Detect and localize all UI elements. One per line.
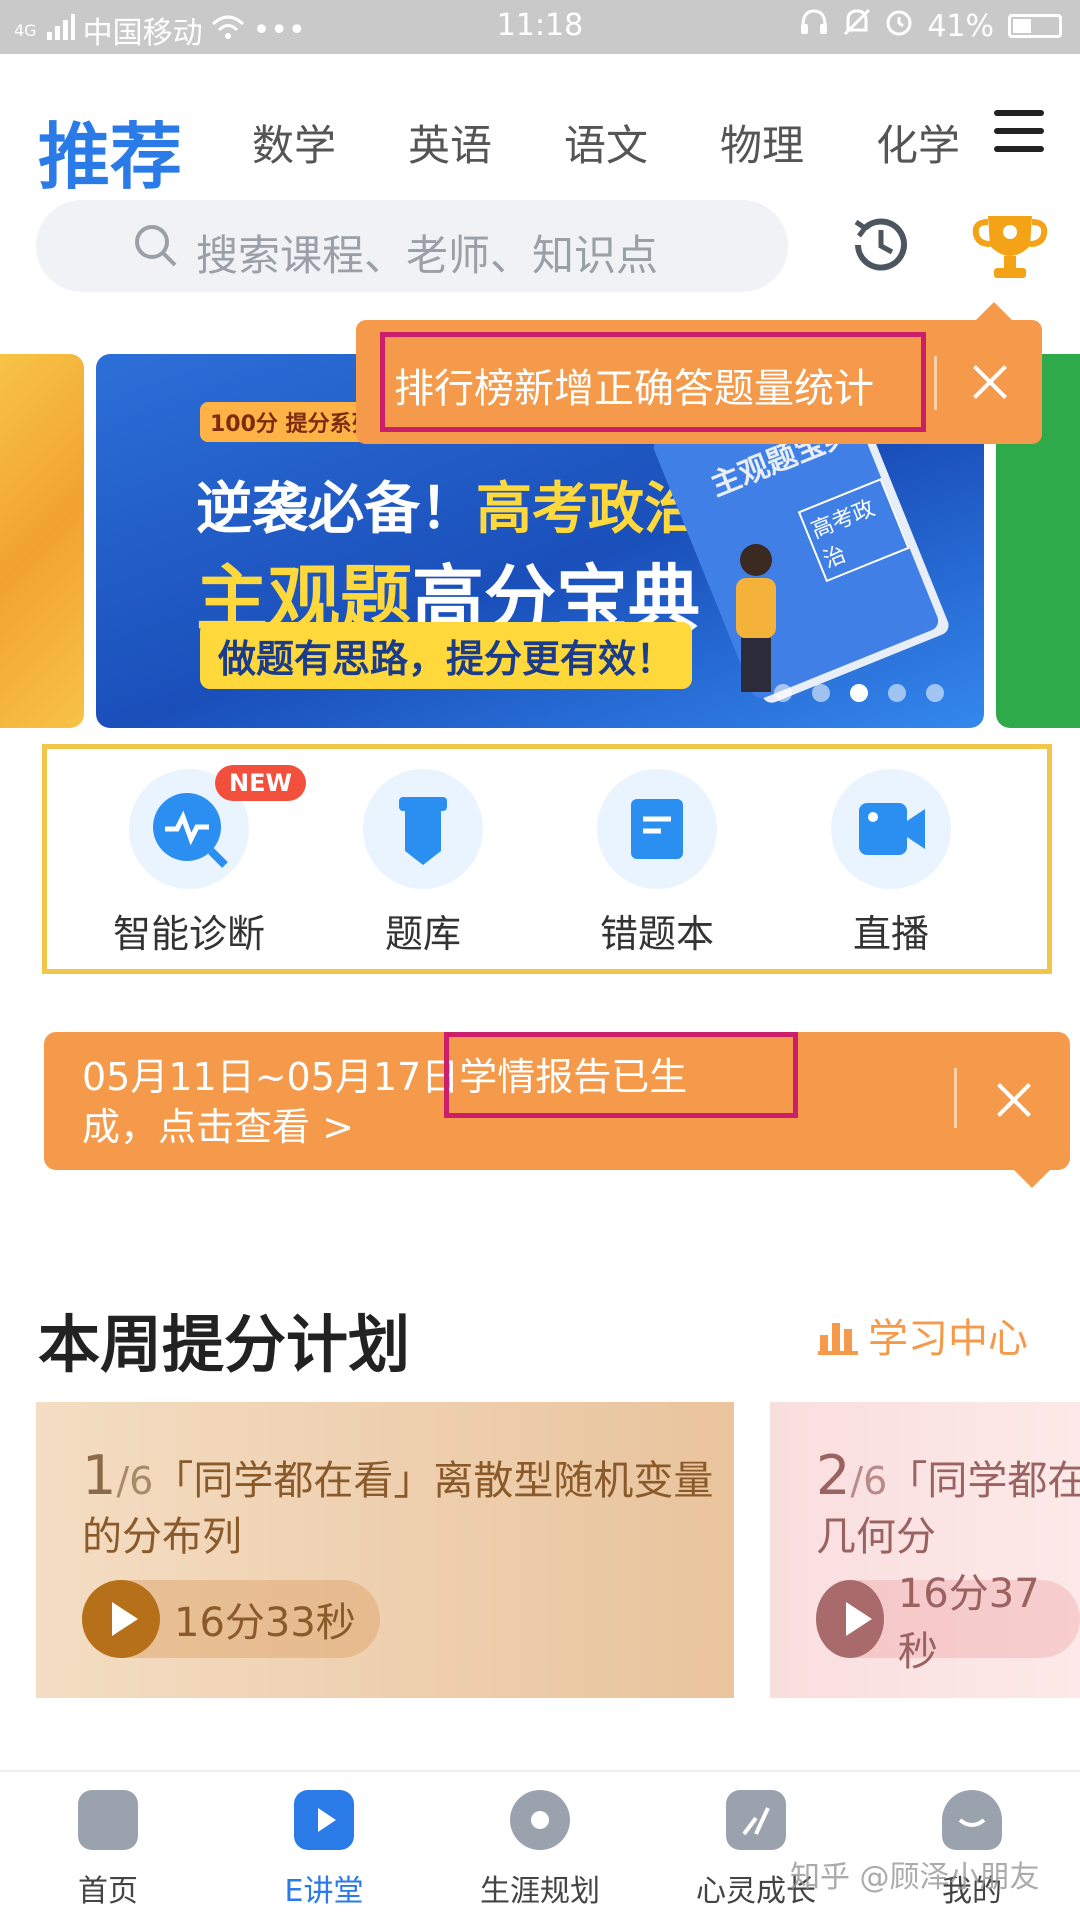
tab-math[interactable]: 数学 xyxy=(252,112,336,173)
book-subtitle: 高考政治 xyxy=(797,477,910,583)
tab-chemistry[interactable]: 化学 xyxy=(876,112,960,173)
new-badge: NEW xyxy=(215,765,306,801)
nav-home[interactable]: 首页 xyxy=(18,1790,198,1910)
play-pill[interactable]: 16分33秒 xyxy=(82,1580,380,1658)
entry-question-bank[interactable]: 题库 xyxy=(323,769,523,958)
bar-chart-icon xyxy=(818,1323,858,1355)
battery-percent: 41% xyxy=(927,8,994,44)
plan-card-title: 1/6「同学都在看」离散型随机变量的分布列 xyxy=(82,1448,722,1565)
nav-label: E讲堂 xyxy=(284,1874,364,1909)
entry-label: 错题本 xyxy=(599,912,714,956)
close-icon[interactable] xyxy=(970,362,1010,402)
history-icon[interactable] xyxy=(848,212,914,282)
play-icon xyxy=(82,1580,160,1658)
home-icon xyxy=(78,1790,138,1850)
growth-icon xyxy=(726,1790,786,1850)
play-icon xyxy=(816,1580,884,1658)
plan-card-total: /6 xyxy=(116,1459,154,1503)
status-bar: 4G 中国移动 ••• 11:18 41% xyxy=(0,0,1080,54)
carousel-indicator xyxy=(774,684,944,702)
study-center-link[interactable]: 学习中心 xyxy=(818,1306,1028,1364)
entry-label: 智能诊断 xyxy=(112,912,265,956)
tooltip-arrow xyxy=(976,302,1012,320)
headset-icon xyxy=(799,8,829,44)
mistake-book-icon xyxy=(631,799,683,859)
plan-card-duration: 16分37秒 xyxy=(897,1571,1040,1675)
study-center-label: 学习中心 xyxy=(868,1316,1028,1362)
profile-icon xyxy=(942,1790,1002,1850)
live-video-icon xyxy=(859,803,925,855)
plan-card-index: 2 xyxy=(816,1444,851,1507)
nav-label: 首页 xyxy=(78,1874,138,1909)
divider xyxy=(954,1068,957,1128)
entry-mistake-book[interactable]: 错题本 xyxy=(557,769,757,958)
search-placeholder: 搜索课程、老师、知识点 xyxy=(196,231,659,280)
highlight-box xyxy=(444,1032,798,1118)
play-pill[interactable]: 16分37秒 xyxy=(816,1571,1080,1675)
nav-lecture[interactable]: E讲堂 xyxy=(234,1790,414,1910)
entry-label: 题库 xyxy=(384,912,461,956)
lecture-icon xyxy=(294,1790,354,1850)
report-tooltip[interactable]: 05月11日~05月17日学情报告已生成，点击查看 > xyxy=(44,1032,1070,1188)
entry-smart-diagnosis[interactable]: NEW 智能诊断 xyxy=(89,765,306,958)
plan-card-text: 「同学都在看」离散型随机变量的分布列 xyxy=(82,1458,714,1560)
highlight-box xyxy=(380,332,926,432)
plan-card-total: /6 xyxy=(850,1459,888,1503)
ranking-tooltip[interactable]: 排行榜新增正确答题量统计 xyxy=(356,302,1042,444)
tab-recommend[interactable]: 推荐 xyxy=(38,98,182,203)
quick-entries: NEW 智能诊断 题库 错题本 直播 xyxy=(42,744,1052,974)
entry-label: 直播 xyxy=(852,912,929,956)
nav-label: 生涯规划 xyxy=(480,1874,600,1909)
banner-line1-yellow: 高考政治 xyxy=(476,477,700,542)
question-bank-icon xyxy=(399,797,447,865)
banner-line1-white: 逆袭必备！ xyxy=(196,477,476,542)
battery-icon xyxy=(1008,14,1062,38)
search-bar[interactable]: 搜索课程、老师、知识点 xyxy=(36,200,788,292)
plan-card-index: 1 xyxy=(82,1444,117,1507)
student-illustration xyxy=(736,544,776,694)
plan-card[interactable]: 2/6「同学都在看」超几何分布与超几何分 16分37秒 xyxy=(770,1402,1080,1698)
close-icon[interactable] xyxy=(994,1080,1034,1120)
tooltip-arrow xyxy=(1014,1170,1050,1188)
search-icon xyxy=(132,222,178,268)
bottom-navigation: 首页 E讲堂 生涯规划 心灵成长 我的 xyxy=(0,1770,1080,1922)
section-title: 本周提分计划 xyxy=(38,1308,411,1381)
trophy-icon[interactable] xyxy=(970,210,1050,288)
tab-english[interactable]: 英语 xyxy=(408,112,492,173)
plan-card-title: 2/6「同学都在看」超几何分布与超几何分 xyxy=(816,1448,1080,1565)
watermark: 知乎 @顾泽小朋友 xyxy=(790,1860,1040,1895)
banner-prev-slide[interactable] xyxy=(0,354,84,728)
banner-slogan: 做题有思路，提分更有效！ xyxy=(200,622,693,689)
divider xyxy=(934,356,937,410)
alarm-icon xyxy=(885,8,913,44)
nav-career[interactable]: 生涯规划 xyxy=(450,1790,630,1910)
menu-icon[interactable] xyxy=(994,110,1044,160)
tab-chinese[interactable]: 语文 xyxy=(564,112,648,173)
entry-live[interactable]: 直播 xyxy=(791,769,991,958)
mute-bell-icon xyxy=(843,8,871,44)
tab-physics[interactable]: 物理 xyxy=(720,112,804,173)
plan-card[interactable]: 1/6「同学都在看」离散型随机变量的分布列 16分33秒 xyxy=(36,1402,734,1698)
compass-icon xyxy=(510,1790,570,1850)
plan-card-duration: 16分33秒 xyxy=(174,1600,356,1646)
